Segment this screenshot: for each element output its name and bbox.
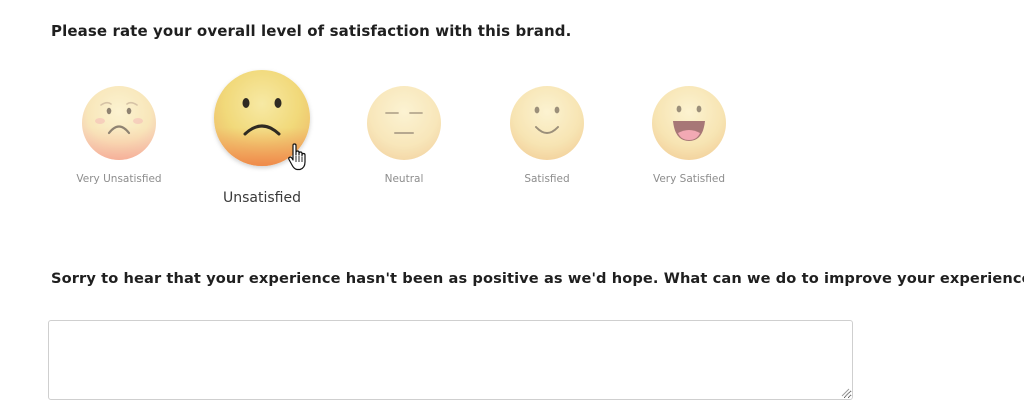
rating-label-neutral: Neutral <box>384 173 424 185</box>
very-unsatisfied-face-icon <box>82 86 156 160</box>
rating-option-neutral[interactable]: Neutral <box>349 83 459 185</box>
rating-label-satisfied: Satisfied <box>524 173 570 185</box>
satisfied-face-icon <box>510 86 584 160</box>
hand-pointer-icon <box>288 143 306 171</box>
neutral-face-icon <box>367 86 441 160</box>
rating-label-very-unsatisfied: Very Unsatisfied <box>76 173 162 185</box>
resize-grip-icon[interactable] <box>840 387 850 397</box>
rating-option-very-satisfied[interactable]: Very Satisfied <box>634 83 744 185</box>
rating-label-unsatisfied: Unsatisfied <box>223 190 301 206</box>
satisfaction-rating-group: Very Unsatisfied Unsatisfied Neutral Sat… <box>0 0 1024 250</box>
very-satisfied-face-icon <box>652 86 726 160</box>
feedback-textarea[interactable] <box>48 320 853 400</box>
rating-option-unsatisfied[interactable]: Unsatisfied <box>206 68 318 206</box>
question-followup: Sorry to hear that your experience hasn'… <box>51 270 1024 287</box>
rating-label-very-satisfied: Very Satisfied <box>652 173 726 185</box>
rating-option-very-unsatisfied[interactable]: Very Unsatisfied <box>64 83 174 185</box>
rating-option-satisfied[interactable]: Satisfied <box>492 83 602 185</box>
